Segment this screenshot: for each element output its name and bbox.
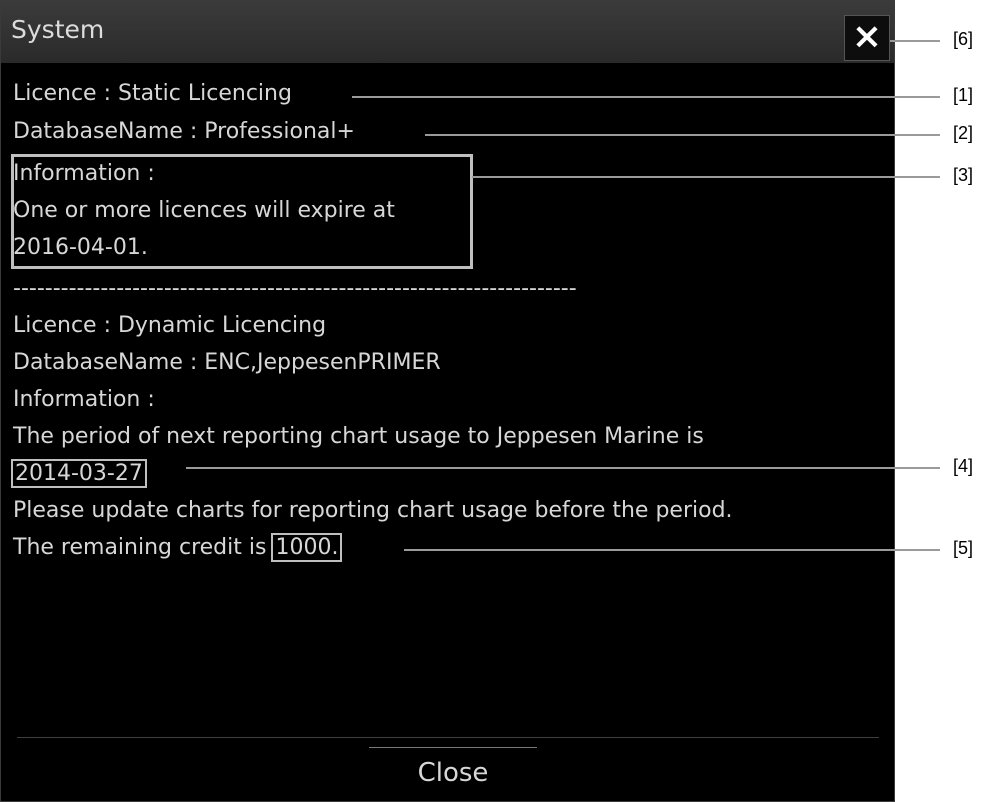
info-label-2: Information : <box>13 387 155 412</box>
dialog-title: System <box>11 15 105 44</box>
remaining-credit-line: The remaining credit is 1000. <box>13 533 343 563</box>
callout-label-6: [6] <box>953 29 974 49</box>
credit-value: 1000. <box>271 533 343 562</box>
close-button[interactable]: Close <box>369 747 537 799</box>
update-charts-text: Please update charts for reporting chart… <box>13 498 733 523</box>
callout-label-5: [5] <box>953 538 974 558</box>
callout-label-1: [1] <box>953 85 974 105</box>
expiry-date: 2016-04-01. <box>13 235 148 260</box>
info-label-1: Information : <box>13 161 155 186</box>
callout-label-3: [3] <box>953 165 974 185</box>
callout-line-3 <box>472 176 940 178</box>
separator-line: ----------------------------------------… <box>13 279 577 299</box>
database-enc: DatabaseName : ENC,JeppesenPRIMER <box>13 350 441 375</box>
system-dialog: System × Licence : Static Licencing Data… <box>0 0 895 802</box>
callout-label-4: [4] <box>953 456 974 476</box>
callout-line-5 <box>404 549 940 551</box>
callout-line-4 <box>186 467 940 469</box>
licence-dynamic: Licence : Dynamic Licencing <box>13 313 327 338</box>
database-professional: DatabaseName : Professional+ <box>13 119 355 144</box>
callout-label-2: [2] <box>953 123 974 143</box>
callout-line-1 <box>352 96 940 98</box>
credit-prefix: The remaining credit is <box>13 535 274 560</box>
callout-line-6 <box>890 40 940 42</box>
callout-line-2 <box>425 134 940 136</box>
reporting-date: 2014-03-27 <box>11 459 147 488</box>
reporting-date-line: 2014-03-27 <box>11 459 147 489</box>
close-icon[interactable]: × <box>844 15 890 61</box>
footer-divider <box>17 737 879 738</box>
expiry-text: One or more licences will expire at <box>13 198 395 223</box>
reporting-period-text: The period of next reporting chart usage… <box>13 424 704 449</box>
title-bar: System × <box>1 1 894 63</box>
licence-static: Licence : Static Licencing <box>13 81 292 106</box>
